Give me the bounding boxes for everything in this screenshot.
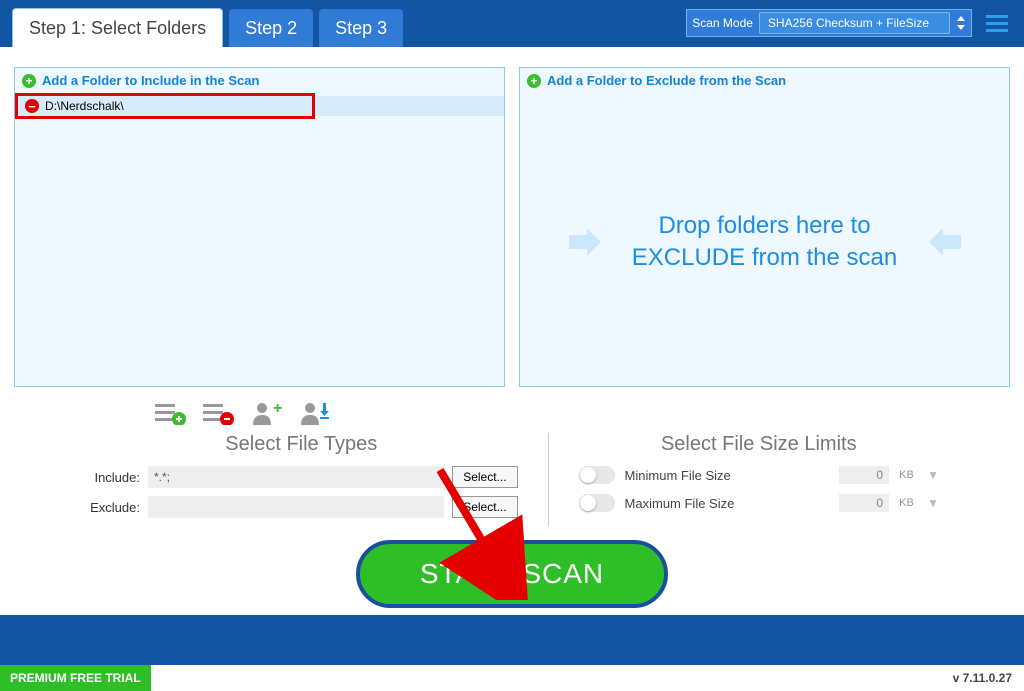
- add-exclude-folder-button[interactable]: + Add a Folder to Exclude from the Scan: [520, 68, 1009, 93]
- bottom-blue-bar: [0, 615, 1024, 665]
- file-size-section: Select File Size Limits Minimum File Siz…: [548, 433, 939, 526]
- chevron-down-icon[interactable]: ▼: [927, 468, 939, 482]
- user-download-icon[interactable]: [299, 401, 329, 425]
- include-types-select-button[interactable]: Select...: [452, 466, 517, 488]
- tab-step1[interactable]: Step 1: Select Folders: [12, 8, 223, 47]
- tab-step3[interactable]: Step 3: [319, 9, 403, 47]
- scan-mode-label: Scan Mode: [692, 16, 753, 30]
- included-folder-row[interactable]: − D:\Nerdschalk\: [15, 93, 315, 119]
- exclude-types-label: Exclude:: [85, 500, 140, 515]
- min-size-toggle[interactable]: [579, 466, 615, 484]
- menu-icon[interactable]: [982, 11, 1012, 36]
- step-tabs: Step 1: Select Folders Step 2 Step 3: [12, 8, 403, 47]
- min-size-label: Minimum File Size: [625, 468, 830, 483]
- max-size-toggle[interactable]: [579, 494, 615, 512]
- file-types-section: Select File Types Include: Select... Exc…: [85, 433, 518, 526]
- folder-path: D:\Nerdschalk\: [45, 99, 124, 113]
- include-panel: + Add a Folder to Include in the Scan − …: [14, 67, 505, 387]
- version-label: v 7.11.0.27: [953, 665, 1024, 691]
- exclude-types-input[interactable]: [148, 496, 444, 518]
- start-scan-button[interactable]: START SCAN: [356, 540, 668, 608]
- exclude-header-text: Add a Folder to Exclude from the Scan: [547, 73, 786, 88]
- add-include-folder-button[interactable]: + Add a Folder to Include in the Scan: [15, 68, 504, 93]
- list-remove-icon[interactable]: [203, 401, 233, 425]
- exclude-panel: + Add a Folder to Exclude from the Scan …: [519, 67, 1010, 387]
- exclude-types-select-button[interactable]: Select...: [452, 496, 517, 518]
- svg-text:+: +: [273, 401, 282, 417]
- footer: PREMIUM FREE TRIAL v 7.11.0.27: [0, 665, 1024, 691]
- max-size-label: Maximum File Size: [625, 496, 830, 511]
- scan-mode-selector[interactable]: Scan Mode SHA256 Checksum + FileSize: [686, 9, 972, 37]
- exclude-drop-area[interactable]: Drop folders here to EXCLUDE from the sc…: [520, 98, 1009, 386]
- remove-icon[interactable]: −: [25, 99, 39, 113]
- plus-icon: +: [527, 74, 541, 88]
- folder-row-bg: [315, 96, 504, 116]
- scan-mode-value: SHA256 Checksum + FileSize: [759, 12, 950, 34]
- chevron-down-icon[interactable]: ▼: [927, 496, 939, 510]
- tab-step2[interactable]: Step 2: [229, 9, 313, 47]
- exclude-drop-text: Drop folders here to EXCLUDE from the sc…: [615, 210, 915, 275]
- max-size-input[interactable]: [839, 494, 889, 512]
- list-add-icon[interactable]: [155, 401, 185, 425]
- plus-icon: +: [22, 74, 36, 88]
- max-size-unit: KB: [899, 497, 917, 509]
- updown-icon: [956, 15, 966, 31]
- user-add-icon[interactable]: +: [251, 401, 281, 425]
- include-types-label: Include:: [85, 470, 140, 485]
- include-header-text: Add a Folder to Include in the Scan: [42, 73, 259, 88]
- file-types-title: Select File Types: [85, 433, 518, 456]
- trial-badge[interactable]: PREMIUM FREE TRIAL: [0, 665, 151, 691]
- file-size-title: Select File Size Limits: [579, 433, 939, 456]
- min-size-input[interactable]: [839, 466, 889, 484]
- top-bar: Step 1: Select Folders Step 2 Step 3 Sca…: [0, 0, 1024, 47]
- list-toolbar: +: [155, 401, 1024, 425]
- include-types-input[interactable]: [148, 466, 444, 488]
- min-size-unit: KB: [899, 469, 917, 481]
